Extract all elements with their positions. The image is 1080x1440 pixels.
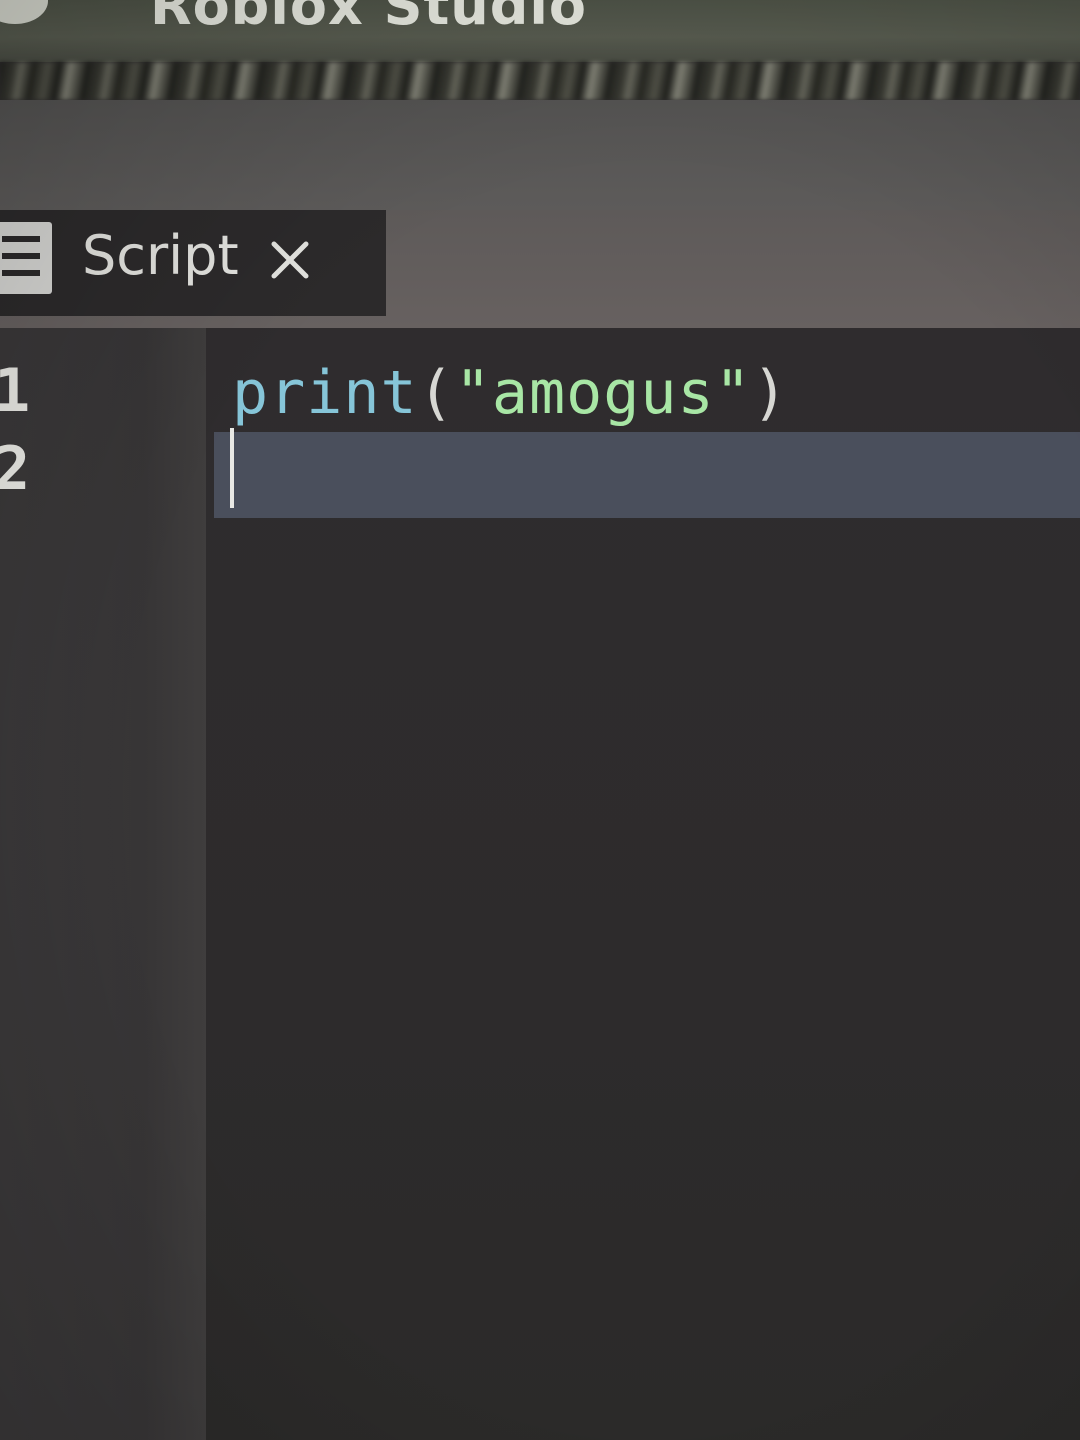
code-line[interactable]: print("amogus") xyxy=(232,358,789,428)
line-number: 2 xyxy=(0,434,31,504)
app-title: Roblox Studio xyxy=(150,0,587,37)
code-token-paren: ) xyxy=(751,358,789,428)
code-token-paren: ( xyxy=(417,358,455,428)
panel-band xyxy=(0,100,1080,210)
toolbar-strip xyxy=(0,62,1080,100)
line-number: 1 xyxy=(0,356,31,426)
text-cursor xyxy=(230,428,234,508)
code-token-builtin: print xyxy=(232,358,418,428)
current-line-highlight xyxy=(214,432,1080,518)
tab-script[interactable]: Script xyxy=(0,210,386,316)
roblox-studio-window: Roblox Studio Script 1 2 print("amogus") xyxy=(0,0,1080,1440)
close-icon[interactable] xyxy=(266,234,316,284)
code-token-string: "amogus" xyxy=(454,358,752,428)
script-editor[interactable]: 1 2 print("amogus") xyxy=(0,328,1080,1440)
tab-bar: Script xyxy=(0,210,1080,328)
title-bar: Roblox Studio xyxy=(0,0,1080,62)
line-number-gutter: 1 2 xyxy=(0,328,206,1440)
tab-script-label: Script xyxy=(82,224,239,287)
roblox-studio-logo-icon xyxy=(0,0,48,24)
script-document-icon xyxy=(0,222,52,294)
